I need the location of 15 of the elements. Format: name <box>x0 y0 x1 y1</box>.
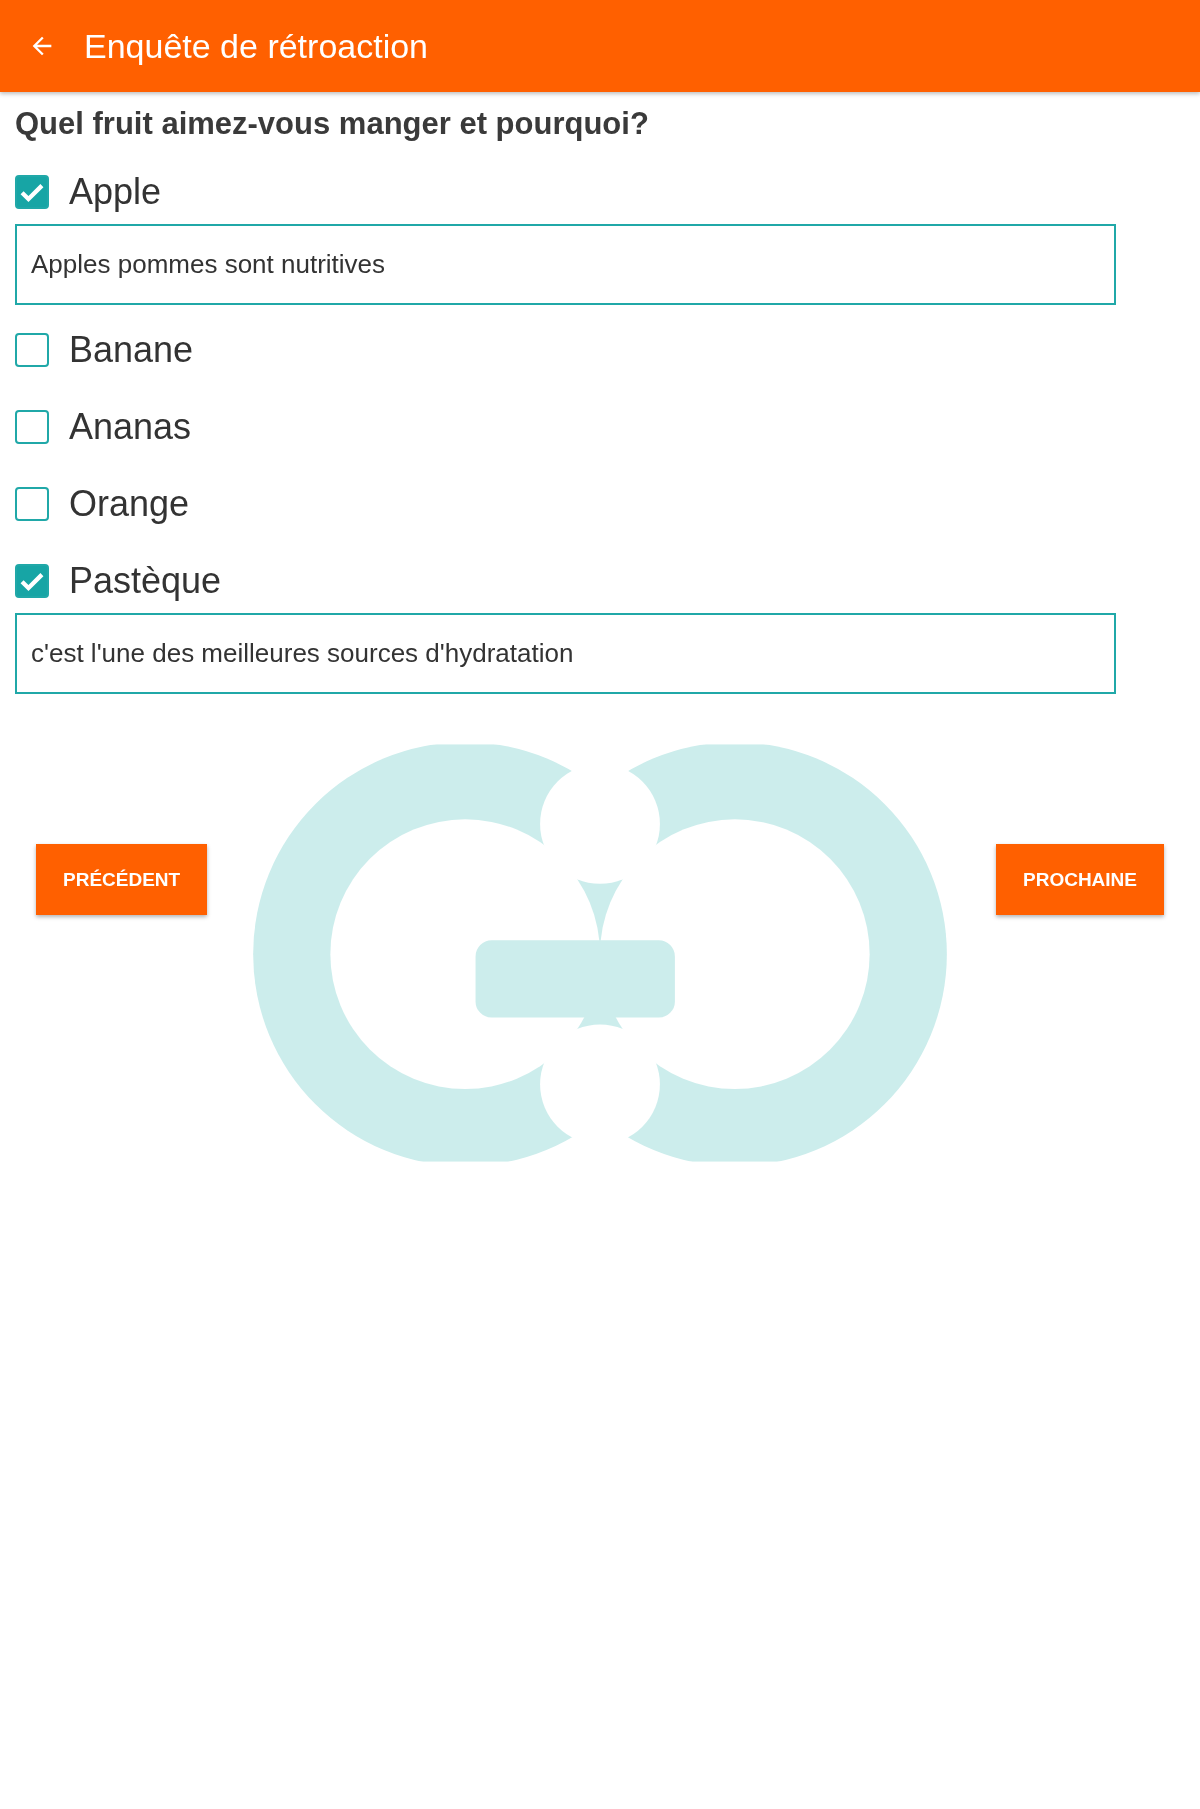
option-label[interactable]: Pastèque <box>69 560 222 602</box>
question-text: Quel fruit aimez-vous manger et pourquoi? <box>15 106 650 142</box>
checkbox[interactable] <box>15 410 49 444</box>
option-label[interactable]: Banane <box>69 329 194 371</box>
checkbox[interactable] <box>15 333 49 367</box>
option-label[interactable]: Ananas <box>69 406 192 448</box>
answer-field[interactable]: Apples pommes sont nutritives <box>15 224 1116 305</box>
option-label[interactable]: Orange <box>69 483 190 525</box>
checkbox[interactable] <box>15 175 49 209</box>
logo-icon <box>252 744 948 1162</box>
answer-field[interactable]: c'est l'une des meilleures sources d'hydratation <box>15 613 1116 694</box>
checkbox[interactable] <box>15 564 49 598</box>
option-label[interactable]: Apple <box>69 171 162 213</box>
app-title: Enquête de rétroaction <box>84 26 429 66</box>
checkbox[interactable] <box>15 487 49 521</box>
